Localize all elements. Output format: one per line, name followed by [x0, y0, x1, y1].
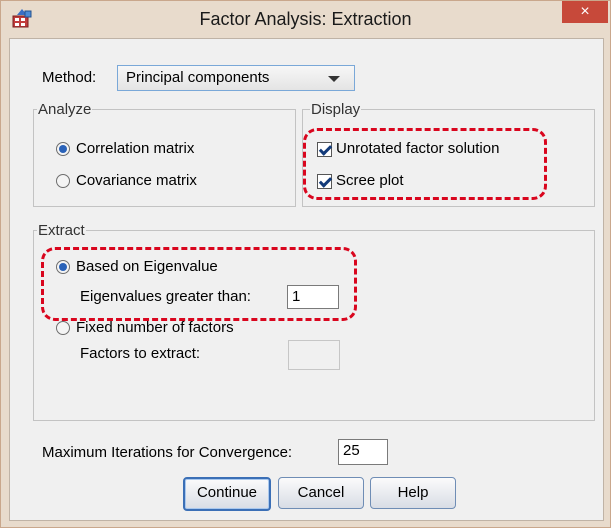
window-title: Factor Analysis: Extraction [199, 9, 412, 29]
covariance-matrix-radio[interactable] [56, 174, 70, 188]
continue-button[interactable]: Continue [183, 477, 271, 511]
method-dropdown[interactable]: Principal components [117, 65, 355, 91]
analyze-group [33, 109, 296, 207]
cancel-button[interactable]: Cancel [278, 477, 364, 509]
dialog-body: Method: Principal components Analyze Cor… [9, 38, 604, 521]
analyze-group-title: Analyze [37, 101, 93, 118]
highlight-box-display [303, 128, 547, 200]
help-button[interactable]: Help [370, 477, 456, 509]
method-value: Principal components [126, 69, 270, 86]
display-group-title: Display [310, 101, 362, 118]
fixed-number-option-label[interactable]: Fixed number of factors [76, 319, 234, 336]
factors-to-extract-label: Factors to extract: [80, 345, 201, 362]
close-button[interactable]: × [562, 1, 608, 23]
correlation-matrix-radio[interactable] [56, 142, 70, 156]
chevron-down-icon [328, 76, 340, 82]
fixed-number-radio[interactable] [56, 321, 70, 335]
correlation-matrix-label[interactable]: Correlation matrix [76, 140, 194, 157]
title-bar[interactable]: Factor Analysis: Extraction × [1, 1, 610, 38]
max-iterations-input[interactable]: 25 [338, 439, 388, 465]
covariance-matrix-label[interactable]: Covariance matrix [76, 172, 197, 189]
max-iterations-label: Maximum Iterations for Convergence: [42, 444, 293, 461]
factors-to-extract-input[interactable] [288, 340, 340, 370]
method-label: Method: [42, 69, 97, 86]
dialog-window: Factor Analysis: Extraction × Method: Pr… [0, 0, 611, 528]
extract-group-title: Extract [37, 222, 86, 239]
highlight-box-extract [41, 247, 357, 321]
max-iterations-value: 25 [343, 442, 360, 459]
